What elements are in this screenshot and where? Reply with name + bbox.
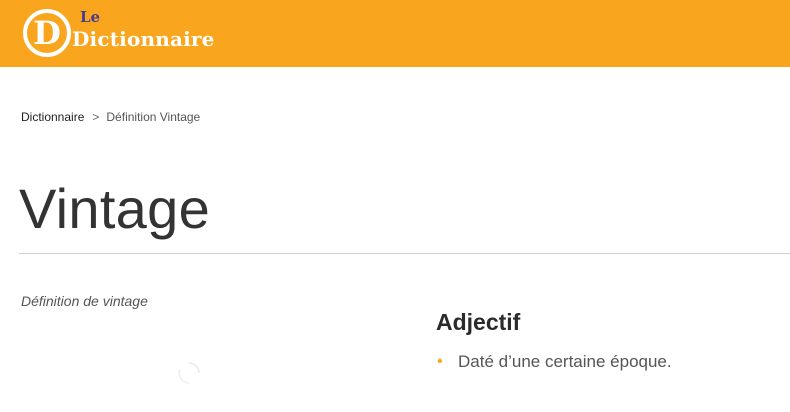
- definition-item: • Daté d’une certaine époque.: [436, 349, 672, 375]
- title-divider: [19, 253, 790, 254]
- definition-list: • Daté d’une certaine époque.: [436, 349, 672, 375]
- breadcrumb-separator: >: [92, 110, 100, 124]
- site-header: D Le Dictionnaire: [0, 0, 790, 67]
- part-of-speech-heading: Adjectif: [436, 309, 521, 335]
- page-title: Vintage: [19, 177, 211, 240]
- breadcrumb-home-link[interactable]: Dictionnaire: [21, 110, 84, 124]
- logo-prefix: Le: [80, 8, 101, 26]
- breadcrumb: Dictionnaire > Définition Vintage: [21, 110, 200, 124]
- svg-text:D: D: [33, 14, 61, 52]
- site-logo[interactable]: D Le Dictionnaire: [22, 8, 215, 58]
- definition-text: Daté d’une certaine époque.: [458, 352, 672, 371]
- dictionary-logo-icon: D: [23, 9, 71, 57]
- breadcrumb-current: Définition Vintage: [106, 110, 201, 124]
- logo-wordmark: Dictionnaire: [72, 27, 215, 51]
- definition-label: Définition de vintage: [21, 293, 148, 309]
- bullet-icon: •: [437, 353, 443, 370]
- loading-spinner-icon: [178, 362, 200, 384]
